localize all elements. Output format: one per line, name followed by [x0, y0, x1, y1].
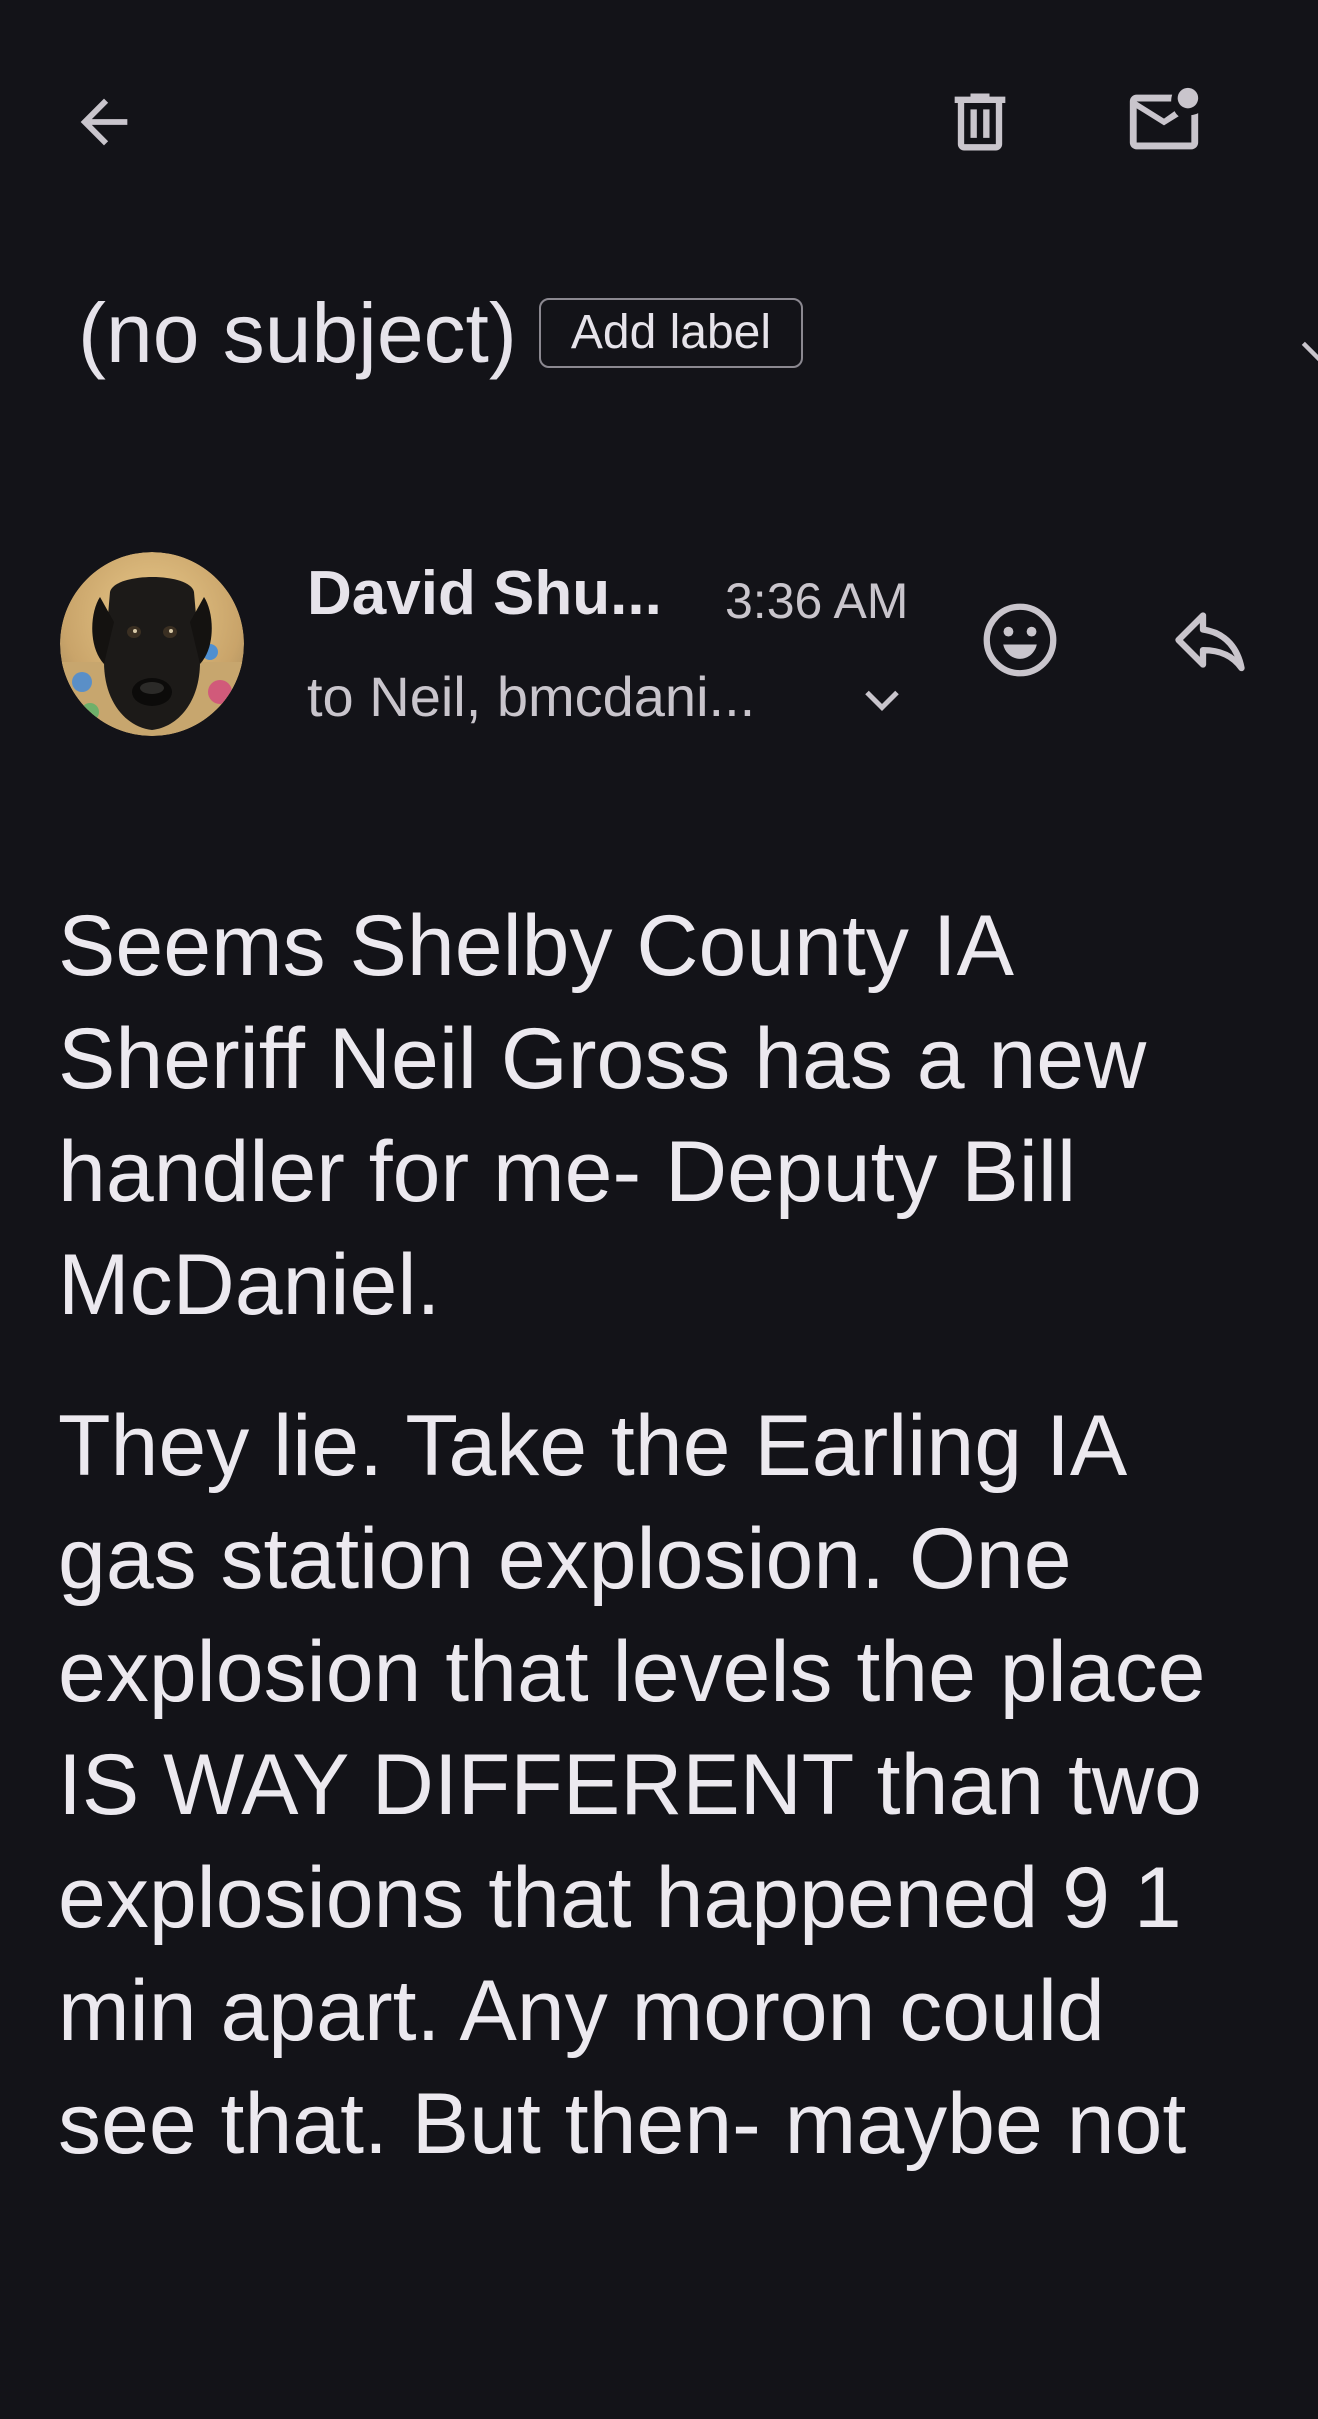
recipients-summary[interactable]: to Neil, bmcdani... — [307, 662, 755, 732]
top-app-bar — [0, 0, 1318, 240]
trash-icon — [954, 93, 1006, 151]
reply-icon — [1175, 612, 1245, 672]
body-line: IS WAY DIFFERENT than two — [58, 1737, 1202, 1833]
mark-unread-icon — [1129, 87, 1199, 150]
sender-name[interactable]: David Shu... — [307, 552, 662, 636]
chevron-down-icon[interactable] — [852, 670, 912, 730]
emoji-icon — [983, 603, 1057, 677]
body-line: Seems Shelby County IA — [58, 898, 1015, 994]
body-line: see that. But then- maybe not — [58, 2076, 1187, 2172]
sender-header: David Shu... 3:36 AM to Neil, bmcdani... — [60, 552, 1318, 738]
body-line: explosions that happened 9 1 — [58, 1850, 1182, 1946]
body-line: They lie. Take the Earling IA — [58, 1398, 1128, 1494]
subject-row: (no subject) Add label — [78, 278, 804, 388]
arrow-left-icon — [80, 98, 128, 146]
mark-unread-button[interactable] — [1118, 76, 1210, 168]
email-subject: (no subject) — [78, 285, 517, 380]
add-reaction-button[interactable] — [960, 580, 1080, 700]
body-line: min apart. Any moron could — [58, 1963, 1105, 2059]
chevron-down-icon[interactable] — [1296, 332, 1318, 362]
email-time: 3:36 AM — [725, 573, 909, 629]
avatar[interactable] — [60, 552, 244, 736]
delete-button[interactable] — [934, 76, 1026, 168]
body-line: Sheriff Neil Gross has a new — [58, 1011, 1147, 1107]
back-button[interactable] — [58, 76, 150, 168]
body-line: handler for me- Deputy Bill — [58, 1124, 1077, 1220]
add-label-button[interactable]: Add label — [538, 298, 804, 368]
body-line: explosion that levels the place — [58, 1624, 1206, 1720]
body-paragraph: Seems Shelby County IA Sheriff Neil Gros… — [58, 890, 1146, 1342]
reply-button[interactable] — [1150, 580, 1270, 700]
body-paragraph: They lie. Take the Earling IA gas statio… — [58, 1390, 1205, 2181]
body-line: McDaniel. — [58, 1237, 441, 1333]
body-line: gas station explosion. One — [58, 1511, 1072, 1607]
